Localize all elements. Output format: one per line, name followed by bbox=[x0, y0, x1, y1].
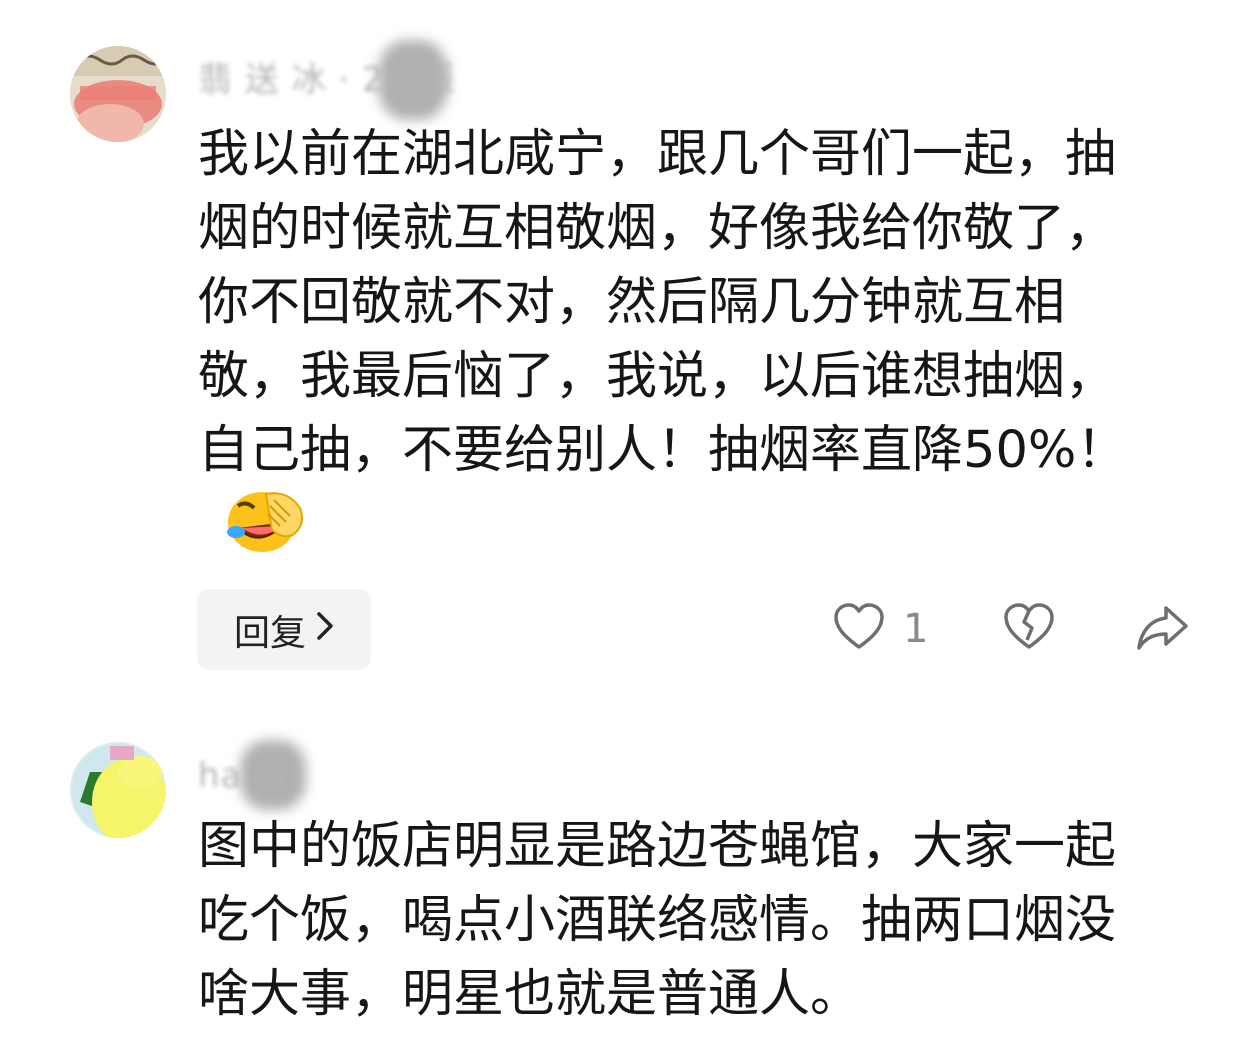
comment-text: 我以前在湖北咸宁，跟几个哥们一起，抽烟的时候就互相敬烟，好像我给你敬了，你不回敬… bbox=[198, 118, 1158, 575]
like-button[interactable] bbox=[832, 602, 886, 656]
heart-outline-icon bbox=[834, 603, 884, 649]
comment-item: ha 每 图中的饭店明显是路边苍蝇馆，大家一起吃个饭，喝点小酒联络感情。抽两口烟… bbox=[0, 700, 1260, 1044]
share-arrow-icon bbox=[1137, 606, 1188, 650]
avatar[interactable] bbox=[70, 46, 166, 142]
like-count: 1 bbox=[903, 606, 929, 652]
reply-label: 回复 bbox=[233, 612, 306, 654]
rolling-laughing-emoji bbox=[224, 488, 304, 575]
comment-item: 翡 送 冰 · 2 · 振 我以前在湖北咸宁，跟几个哥们一起，抽烟的时候就互相敬… bbox=[0, 0, 1260, 700]
comment-text-content: 图中的饭店明显是路边苍蝇馆，大家一起吃个饭，喝点小酒联络感情。抽两口烟没啥大事，… bbox=[198, 817, 1117, 1024]
reply-button[interactable]: 回复 bbox=[197, 589, 371, 670]
dislike-button[interactable] bbox=[1002, 602, 1056, 656]
chevron-right-icon bbox=[316, 609, 334, 650]
username[interactable]: ha 每 bbox=[198, 748, 289, 797]
broken-heart-icon bbox=[1004, 603, 1054, 649]
avatar[interactable] bbox=[70, 742, 166, 838]
username[interactable]: 翡 送 冰 · 2 · 振 bbox=[198, 52, 455, 101]
comment-text: 图中的饭店明显是路边苍蝇馆，大家一起吃个饭，喝点小酒联络感情。抽两口烟没啥大事，… bbox=[198, 810, 1158, 1032]
comment-text-content: 我以前在湖北咸宁，跟几个哥们一起，抽烟的时候就互相敬烟，好像我给你敬了，你不回敬… bbox=[198, 125, 1128, 480]
share-button[interactable] bbox=[1136, 604, 1190, 656]
